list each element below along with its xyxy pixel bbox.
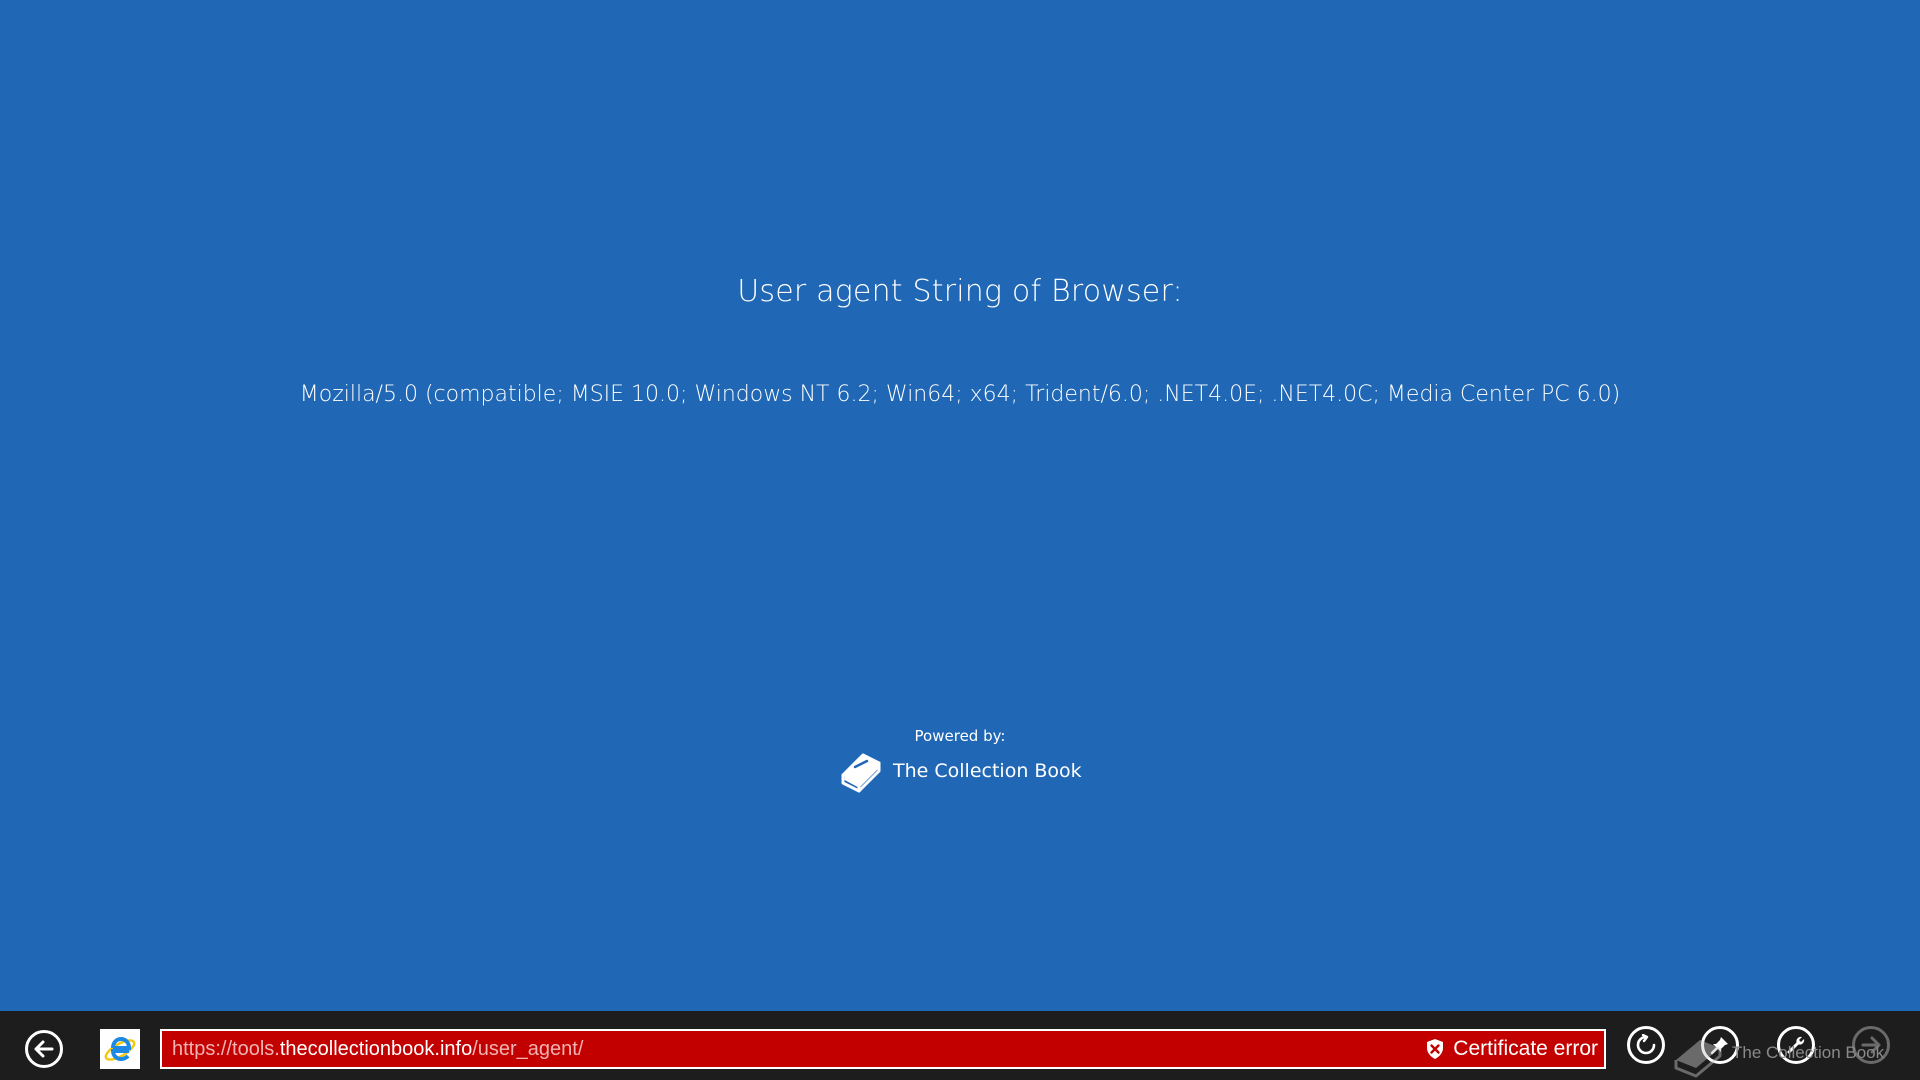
dragged-book-icon — [1674, 1040, 1722, 1078]
address-bar[interactable]: https://tools.thecollectionbook.info/use… — [160, 1029, 1606, 1069]
page-heading: User agent String of Browser: — [737, 274, 1183, 309]
back-button[interactable] — [25, 1030, 63, 1068]
url-text[interactable]: https://tools.thecollectionbook.info/use… — [172, 1038, 1425, 1061]
internet-explorer-icon — [104, 1036, 136, 1062]
back-arrow-icon — [34, 1040, 54, 1058]
drag-tooltip: The Collection Book — [1732, 1043, 1885, 1062]
url-suffix: /user_agent/ — [472, 1037, 584, 1060]
book-logo-icon — [841, 753, 881, 793]
site-favicon[interactable] — [100, 1029, 140, 1069]
refresh-button[interactable] — [1627, 1026, 1665, 1064]
certificate-error-button[interactable]: Certificate error — [1425, 1037, 1598, 1061]
certificate-error-label: Certificate error — [1453, 1037, 1598, 1060]
brand-link[interactable]: The Collection Book — [833, 745, 1082, 797]
user-agent-string: Mozilla/5.0 (compatible; MSIE 10.0; Wind… — [299, 382, 1621, 407]
refresh-icon — [1636, 1034, 1656, 1055]
url-prefix: https://tools. — [172, 1037, 280, 1060]
brand-name: The Collection Book — [893, 760, 1082, 782]
powered-by-label: Powered by: — [914, 727, 1006, 745]
browser-app-bar: https://tools.thecollectionbook.info/use… — [0, 1011, 1920, 1080]
url-host: thecollectionbook.info — [279, 1037, 473, 1060]
shield-x-icon — [1427, 1039, 1444, 1059]
web-page-content: User agent String of Browser: Mozilla/5.… — [0, 0, 1920, 1011]
